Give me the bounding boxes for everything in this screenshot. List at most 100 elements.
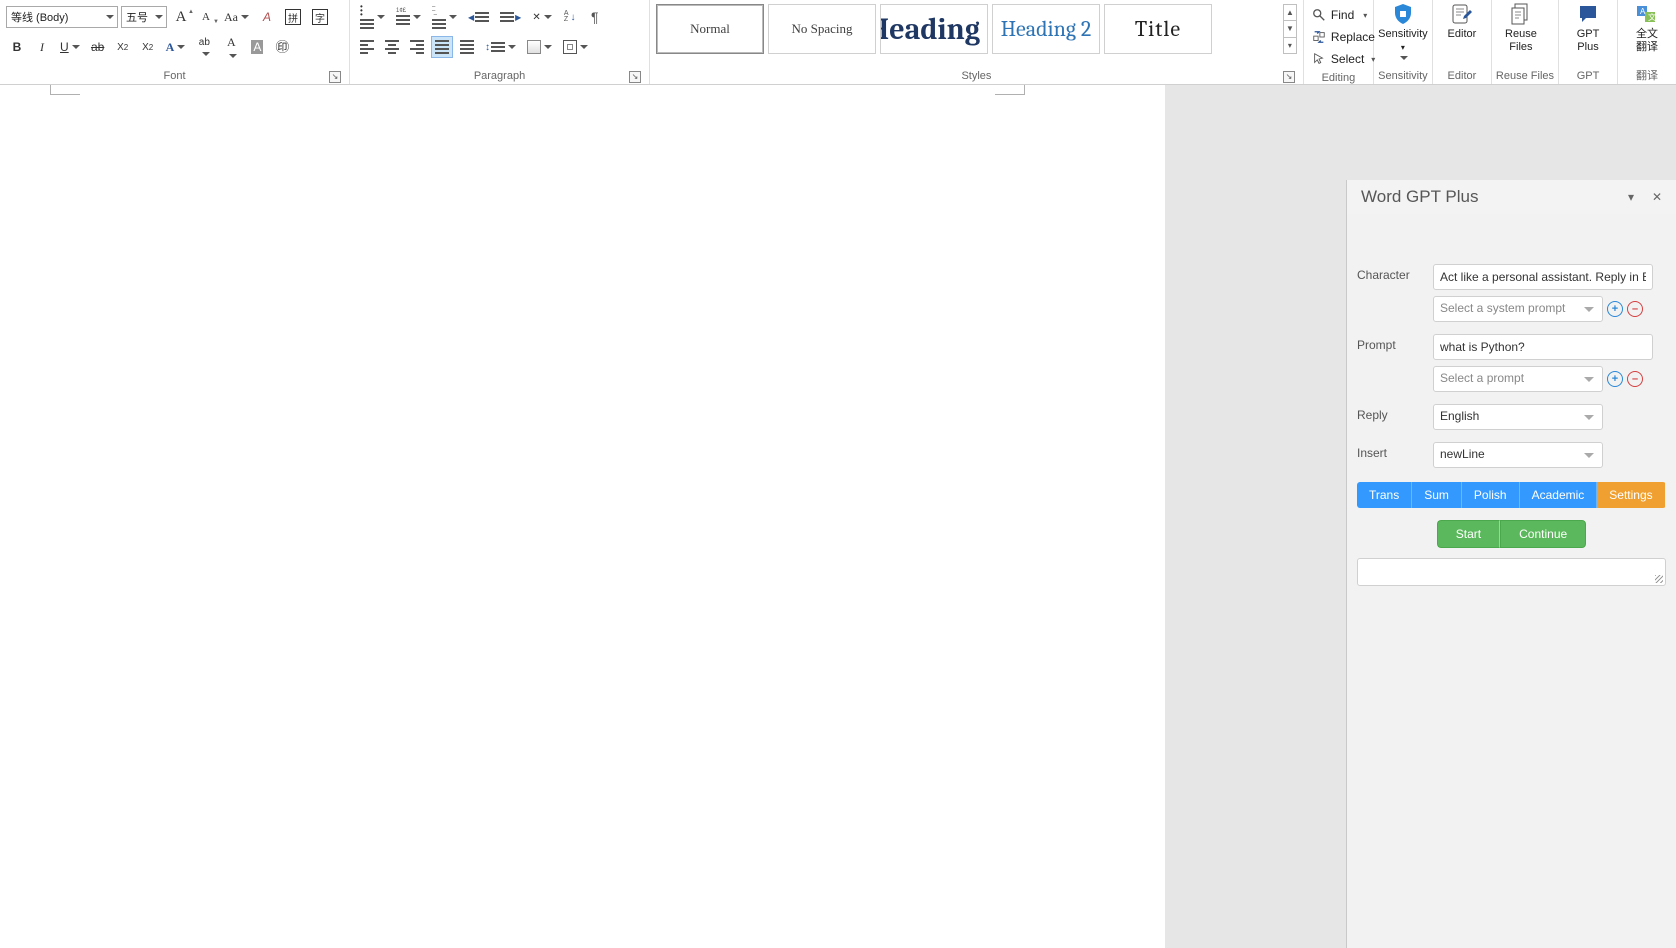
- style-heading-1[interactable]: Heading 1: [880, 4, 988, 54]
- enclose-chars-button[interactable]: ㊞: [271, 36, 293, 58]
- styles-dialog-launcher[interactable]: ↘: [1283, 71, 1295, 83]
- sensitivity-button[interactable]: Sensitivity▾: [1378, 0, 1428, 68]
- clear-formatting-button[interactable]: A: [256, 6, 278, 28]
- select-button[interactable]: Select▾: [1310, 48, 1367, 70]
- page-margin-marker-right: [995, 85, 1025, 95]
- text-effects-button[interactable]: A: [162, 36, 190, 58]
- find-button[interactable]: Find▾: [1310, 4, 1367, 26]
- font-size-combo[interactable]: 五号: [121, 6, 167, 28]
- char-border-button[interactable]: 字: [308, 6, 332, 28]
- label-prompt: Prompt: [1357, 334, 1427, 352]
- bullets-button[interactable]: [356, 6, 389, 28]
- seg-settings[interactable]: Settings: [1597, 482, 1664, 508]
- page-margin-marker-left: [50, 85, 80, 95]
- strikethrough-button[interactable]: ab: [87, 36, 109, 58]
- panel-header: Word GPT Plus ▾ ✕: [1347, 180, 1676, 214]
- label-reply: Reply: [1357, 404, 1427, 422]
- panel-close-icon[interactable]: ✕: [1648, 188, 1666, 206]
- panel-collapse-icon[interactable]: ▾: [1622, 188, 1640, 206]
- group-reuse-files: Reuse Files Reuse Files: [1492, 0, 1559, 84]
- multilevel-list-button[interactable]: [428, 6, 461, 28]
- align-center-button[interactable]: [381, 36, 403, 58]
- seg-polish[interactable]: Polish: [1462, 482, 1520, 508]
- group-gpt: GPT Plus GPT: [1559, 0, 1618, 84]
- search-icon: [1312, 8, 1326, 22]
- subscript-button[interactable]: X2: [112, 36, 134, 58]
- phonetic-guide-button[interactable]: 拼: [281, 6, 305, 28]
- font-name-combo[interactable]: 等线 (Body): [6, 6, 118, 28]
- group-translate: A文 全文 翻译 翻译: [1618, 0, 1676, 84]
- shading-button[interactable]: [523, 36, 556, 58]
- prompt-remove-button[interactable]: –: [1627, 371, 1643, 387]
- replace-button[interactable]: Replace: [1310, 26, 1367, 48]
- gallery-down-icon[interactable]: ▼: [1284, 21, 1296, 37]
- style-no-spacing[interactable]: No Spacing: [768, 4, 876, 54]
- gallery-up-icon[interactable]: ▲: [1284, 5, 1296, 21]
- style-normal[interactable]: Normal: [656, 4, 764, 54]
- underline-button[interactable]: U: [56, 36, 84, 58]
- group-paragraph: ✕ ¶ Paragraph ↘: [350, 0, 650, 84]
- seg-sum[interactable]: Sum: [1412, 482, 1462, 508]
- change-case-button[interactable]: Aa: [220, 6, 253, 28]
- reuse-files-button[interactable]: Reuse Files: [1496, 0, 1546, 68]
- editor-button[interactable]: Editor: [1437, 0, 1487, 68]
- row-insert: Insert newLine: [1357, 442, 1666, 468]
- start-button[interactable]: Start: [1437, 520, 1500, 548]
- group-styles: Normal No Spacing Heading 1 Heading 2 Ti…: [650, 0, 1304, 84]
- superscript-button[interactable]: X2: [137, 36, 159, 58]
- replace-icon: [1312, 30, 1326, 44]
- font-color-button[interactable]: A: [219, 36, 243, 58]
- seg-academic[interactable]: Academic: [1520, 482, 1598, 508]
- styles-gallery-spinner[interactable]: ▲ ▼ ▾: [1283, 4, 1297, 54]
- asian-layout-button[interactable]: ✕: [528, 6, 555, 28]
- character-remove-button[interactable]: –: [1627, 301, 1643, 317]
- numbering-button[interactable]: [392, 6, 425, 28]
- character-input[interactable]: [1433, 264, 1653, 290]
- gpt-plus-button[interactable]: GPT Plus: [1563, 0, 1613, 68]
- italic-button[interactable]: I: [31, 36, 53, 58]
- gallery-more-icon[interactable]: ▾: [1284, 38, 1296, 53]
- svg-text:A: A: [1640, 7, 1646, 16]
- insert-mode-select[interactable]: newLine: [1433, 442, 1603, 468]
- paragraph-dialog-launcher[interactable]: ↘: [629, 71, 641, 83]
- justify-button[interactable]: [431, 36, 453, 58]
- shrink-font-button[interactable]: A: [195, 6, 217, 28]
- cursor-icon: [1312, 52, 1326, 66]
- group-editor: Editor Editor: [1433, 0, 1492, 84]
- borders-button[interactable]: [559, 36, 592, 58]
- font-dialog-launcher[interactable]: ↘: [329, 71, 341, 83]
- reply-language-select[interactable]: English: [1433, 404, 1603, 430]
- show-marks-button[interactable]: ¶: [584, 6, 606, 28]
- style-title[interactable]: Title: [1104, 4, 1212, 54]
- char-shading-button[interactable]: A: [246, 36, 268, 58]
- align-left-button[interactable]: [356, 36, 378, 58]
- workspace: Word GPT Plus ▾ ✕ Character Select a sys…: [0, 85, 1676, 948]
- files-icon: [1509, 2, 1533, 26]
- line-spacing-button[interactable]: [481, 36, 520, 58]
- character-add-button[interactable]: +: [1607, 301, 1623, 317]
- group-paragraph-label: Paragraph: [474, 70, 525, 82]
- group-editing: Find▾ Replace Select▾ Editing: [1304, 0, 1374, 84]
- sort-button[interactable]: [559, 6, 581, 28]
- document-page[interactable]: [80, 85, 995, 948]
- distributed-button[interactable]: [456, 36, 478, 58]
- label-insert: Insert: [1357, 442, 1427, 460]
- style-heading-2[interactable]: Heading 2: [992, 4, 1100, 54]
- chat-icon: [1576, 2, 1600, 26]
- group-sensitivity: Sensitivity▾ Sensitivity: [1374, 0, 1433, 84]
- prompt-input[interactable]: [1433, 334, 1653, 360]
- grow-font-button[interactable]: A: [170, 6, 192, 28]
- continue-button[interactable]: Continue: [1500, 520, 1586, 548]
- character-prompt-select[interactable]: Select a system prompt: [1433, 296, 1603, 322]
- seg-trans[interactable]: Trans: [1357, 482, 1412, 508]
- align-right-button[interactable]: [406, 36, 428, 58]
- full-translate-button[interactable]: A文 全文 翻译: [1622, 0, 1672, 68]
- prompt-select[interactable]: Select a prompt: [1433, 366, 1603, 392]
- prompt-add-button[interactable]: +: [1607, 371, 1623, 387]
- decrease-indent-button[interactable]: [464, 6, 493, 28]
- label-character: Character: [1357, 264, 1427, 282]
- output-textarea[interactable]: [1357, 558, 1666, 586]
- increase-indent-button[interactable]: [496, 6, 525, 28]
- bold-button[interactable]: B: [6, 36, 28, 58]
- highlight-button[interactable]: ab: [192, 36, 216, 58]
